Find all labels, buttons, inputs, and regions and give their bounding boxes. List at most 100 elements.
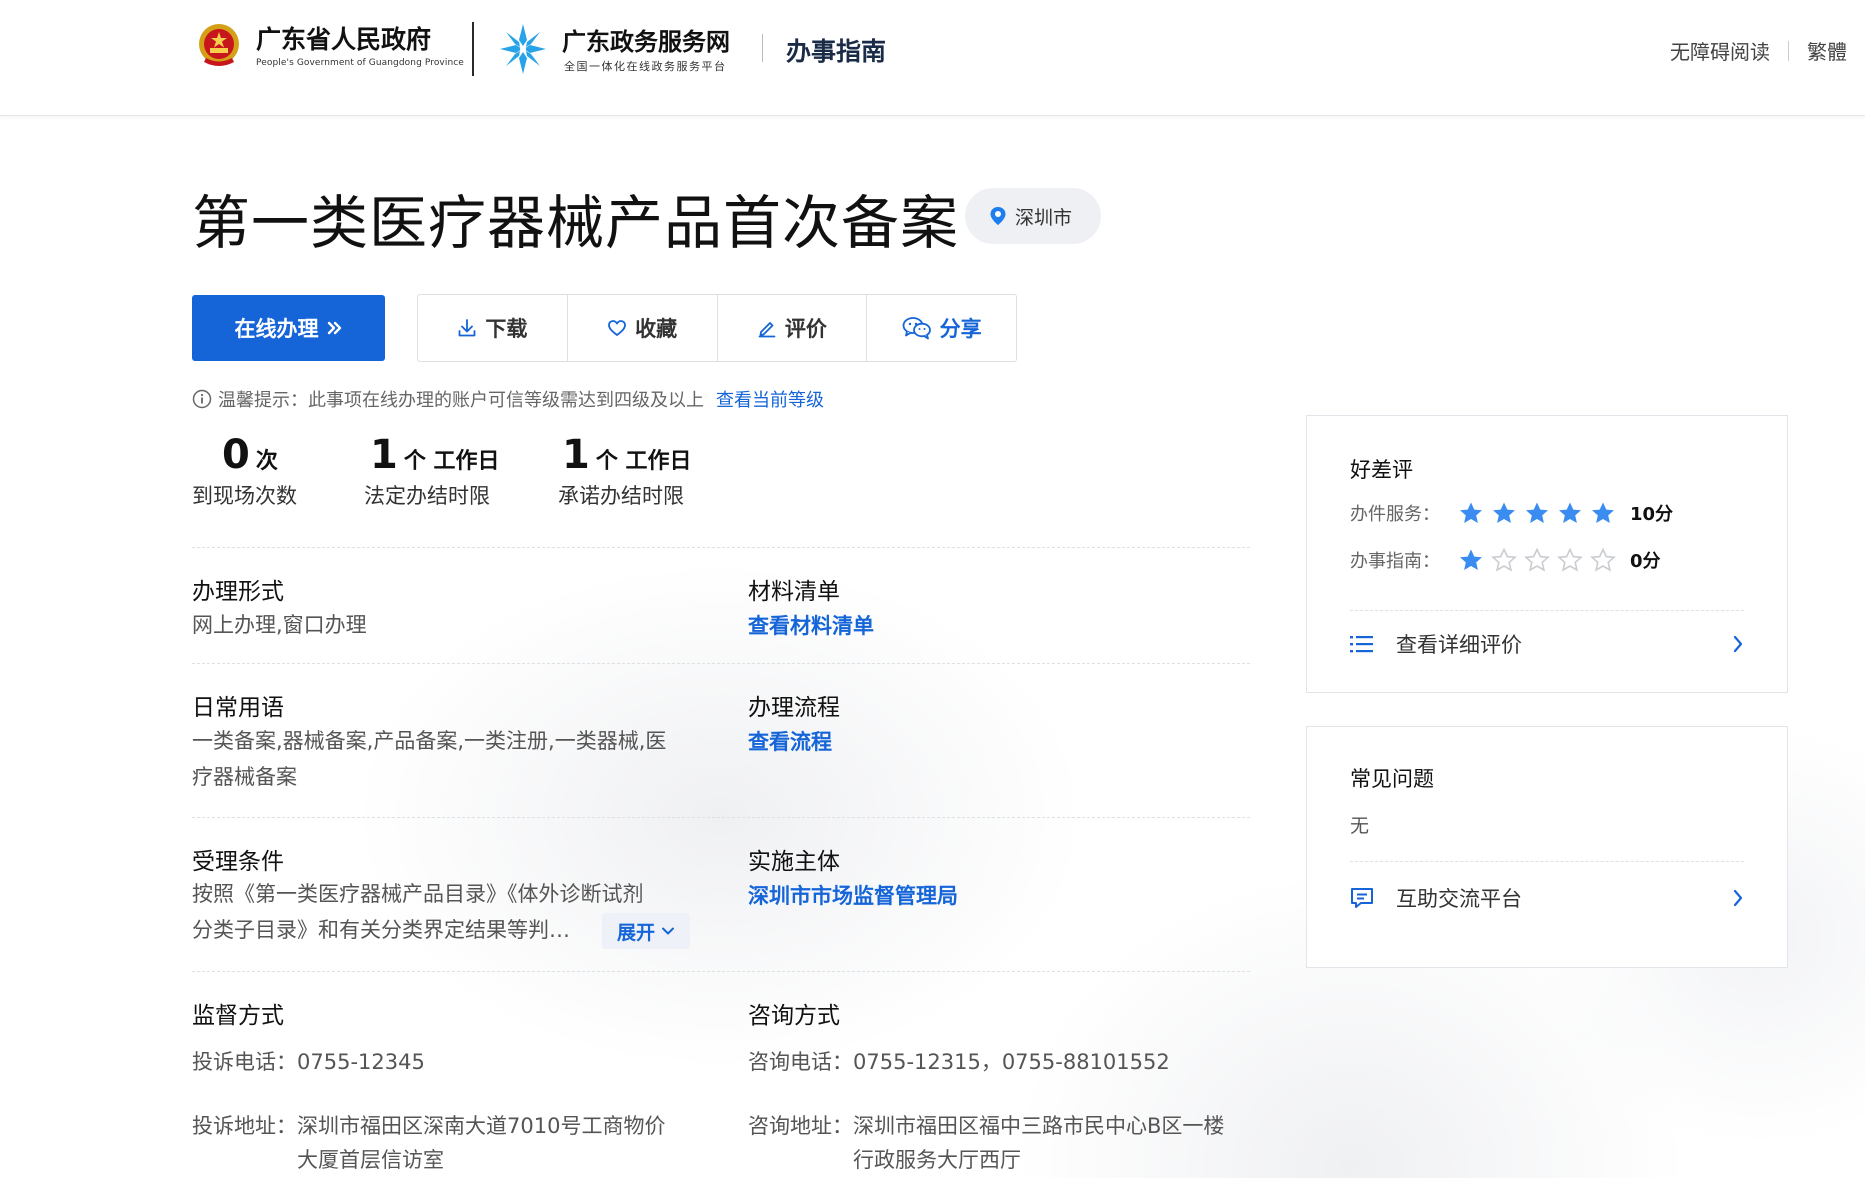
header-divider-2: [762, 34, 763, 62]
form-title: 办理形式: [192, 579, 284, 605]
rate-button[interactable]: 评价: [718, 295, 868, 361]
star-empty-icon: [1590, 548, 1616, 572]
consult-address-key: 咨询地址：: [748, 1114, 853, 1138]
complaint-phone-key: 投诉电话：: [192, 1050, 297, 1074]
form-text: 网上办理,窗口办理: [192, 613, 367, 637]
top-links: 无障碍阅读 繁體: [1670, 36, 1847, 65]
faq-text: 无: [1350, 815, 1370, 837]
info-icon: [192, 389, 212, 409]
expand-label: 展开: [616, 921, 655, 944]
star-filled-icon: [1493, 502, 1515, 523]
forum-label: 互助交流平台: [1396, 887, 1522, 911]
rate-label: 评价: [784, 317, 827, 341]
rating-panel-title: 好差评: [1350, 458, 1413, 482]
conditions-title: 受理条件: [192, 849, 284, 875]
forum-link[interactable]: 互助交流平台: [1350, 883, 1744, 913]
star-empty-icon: [1491, 548, 1517, 572]
site-header: 广东省人民政府 People's Government of Guangdong…: [0, 0, 1865, 116]
service-network-logo-icon: [500, 24, 546, 74]
header-divider: [472, 22, 474, 76]
stat-promised-limit-unit: 个 工作日: [595, 449, 692, 474]
location-pin-icon: [990, 207, 1006, 225]
chevron-down-icon: [662, 927, 674, 935]
star-filled-icon: [1592, 502, 1614, 523]
complaint-address-line2: 大厦首层信访室: [297, 1148, 444, 1172]
rating-service-score: 10分: [1630, 504, 1674, 525]
terms-text-line2: 疗器械备案: [192, 765, 297, 789]
faq-panel: 常见问题 无 互助交流平台: [1306, 726, 1788, 968]
download-icon: [458, 319, 476, 337]
materials-link[interactable]: 查看材料清单: [748, 610, 874, 640]
download-button[interactable]: 下载: [418, 295, 568, 361]
stat-visits: 0次 到现场次数: [192, 432, 297, 510]
traditional-chinese-link[interactable]: 繁體: [1807, 36, 1847, 65]
conditions-text-line1: 按照《第一类医疗器械产品目录》《体外诊断试剂: [192, 882, 644, 906]
rating-service-stars: [1458, 501, 1616, 525]
online-apply-button[interactable]: 在线办理: [192, 295, 385, 361]
heart-icon: [608, 320, 627, 336]
gov-name-en: People's Government of Guangdong Provinc…: [256, 58, 464, 68]
accessibility-link[interactable]: 无障碍阅读: [1670, 36, 1770, 65]
main-content: 第一类医疗器械产品首次备案 深圳市 在线办理 下载 收藏 评价 分享 温馨提示：…: [0, 116, 1865, 1178]
national-emblem-icon: [199, 24, 239, 66]
stat-legal-limit-number: 1: [370, 432, 398, 478]
check-level-link[interactable]: 查看当前等级: [716, 386, 824, 412]
rating-panel: 好差评 办件服务： 10分 办事指南： 0分 查看详细评价: [1306, 415, 1788, 693]
consult-phone-value: 0755-12315，0755-88101552: [853, 1050, 1170, 1074]
rating-guide-score: 0分: [1630, 551, 1661, 572]
star-filled-icon: [1460, 502, 1482, 523]
location-chip[interactable]: 深圳市: [965, 188, 1101, 244]
rating-guide-stars: [1458, 548, 1616, 572]
star-filled-icon: [1526, 502, 1548, 523]
complaint-address-key: 投诉地址：: [192, 1114, 297, 1138]
star-filled-icon: [1460, 549, 1482, 570]
complaint-address-row: 投诉地址： 深圳市福田区深南大道7010号工商物价 大厦首层信访室: [192, 1109, 665, 1177]
complaint-address-line1: 深圳市福田区深南大道7010号工商物价: [297, 1114, 666, 1138]
process-link[interactable]: 查看流程: [748, 726, 832, 756]
message-icon: [1351, 888, 1373, 908]
download-label: 下载: [485, 317, 528, 341]
consult-phone-key: 咨询电话：: [748, 1050, 853, 1074]
rating-service-label: 办件服务：: [1350, 504, 1440, 525]
divider: [192, 971, 1250, 972]
double-chevron-right-icon: [327, 321, 341, 335]
stat-visits-label: 到现场次数: [192, 484, 297, 508]
complaint-address-value: 深圳市福田区深南大道7010号工商物价 大厦首层信访室: [297, 1109, 665, 1177]
detail-rating-label: 查看详细评价: [1396, 633, 1522, 657]
service-subtitle: 全国一体化在线政务服务平台: [564, 60, 727, 73]
detail-rating-link[interactable]: 查看详细评价: [1350, 629, 1744, 659]
rating-row-service: 办件服务： 10分: [1350, 500, 1673, 526]
stat-promised-limit-number: 1: [562, 432, 590, 478]
gov-name[interactable]: 广东省人民政府: [256, 20, 431, 56]
stat-visits-unit: 次: [255, 449, 278, 474]
edit-icon: [758, 322, 776, 338]
terms-text-line1: 一类备案,器械备案,产品备案,一类注册,一类器械,医: [192, 729, 667, 753]
favorite-label: 收藏: [635, 317, 678, 341]
panel-divider: [1350, 610, 1744, 611]
subject-link[interactable]: 深圳市市场监督管理局: [748, 880, 958, 910]
consult-address-value: 深圳市福田区福中三路市民中心B区一楼 行政服务大厅西厅: [853, 1109, 1224, 1177]
complaint-phone-value: 0755-12345: [297, 1050, 425, 1074]
process-title: 办理流程: [748, 695, 840, 721]
stat-visits-number: 0: [222, 432, 250, 478]
stat-promised-limit-label: 承诺办结时限: [558, 484, 684, 508]
section-title: 办事指南: [786, 37, 887, 66]
stat-legal-limit-label: 法定办结时限: [364, 484, 490, 508]
stat-promised-limit: 1个 工作日 承诺办结时限: [558, 432, 692, 510]
divider: [192, 817, 1250, 818]
share-label: 分享: [939, 317, 982, 341]
consult-title: 咨询方式: [748, 1003, 840, 1029]
service-name[interactable]: 广东政务服务网: [562, 22, 730, 57]
faq-panel-title: 常见问题: [1350, 767, 1434, 791]
expand-button[interactable]: 展开: [602, 913, 690, 949]
panel-divider: [1350, 861, 1744, 862]
action-button-group: 下载 收藏 评价 分享: [417, 294, 1017, 362]
rating-row-guide: 办事指南： 0分: [1350, 547, 1661, 573]
share-button[interactable]: 分享: [867, 295, 1016, 361]
star-filled-icon: [1559, 502, 1581, 523]
chevron-right-icon: [1733, 635, 1743, 653]
favorite-button[interactable]: 收藏: [568, 295, 718, 361]
wechat-icon: [902, 317, 931, 340]
materials-title: 材料清单: [748, 579, 840, 605]
complaint-phone-row: 投诉电话： 0755-12345: [192, 1045, 425, 1079]
